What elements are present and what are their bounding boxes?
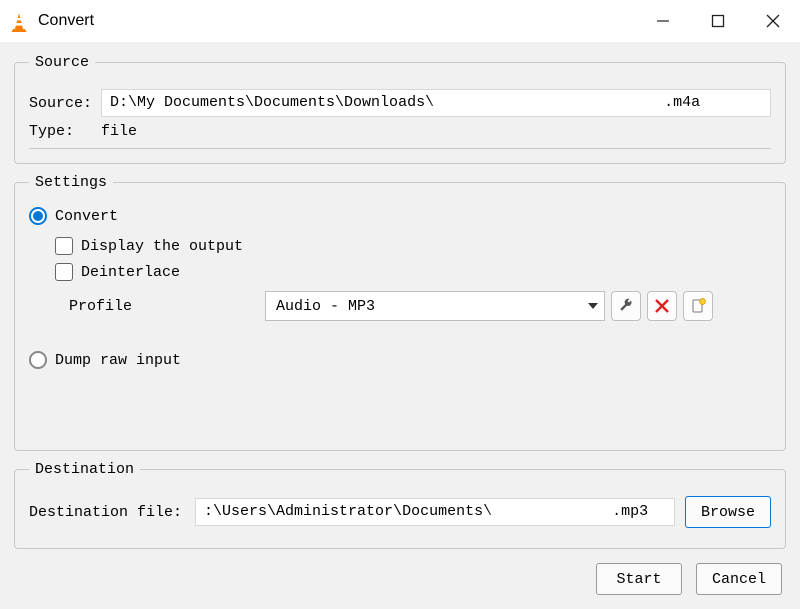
wrench-icon bbox=[618, 298, 634, 314]
dialog-footer: Start Cancel bbox=[14, 553, 786, 595]
source-path-suffix: .m4a bbox=[664, 90, 700, 116]
delete-profile-button[interactable] bbox=[647, 291, 677, 321]
deinterlace-checkbox[interactable]: Deinterlace bbox=[55, 263, 771, 281]
browse-button[interactable]: Browse bbox=[685, 496, 771, 528]
radio-icon bbox=[29, 207, 47, 225]
window-controls bbox=[635, 0, 800, 42]
start-button-label: Start bbox=[616, 571, 661, 588]
new-profile-button[interactable] bbox=[683, 291, 713, 321]
dump-raw-label: Dump raw input bbox=[55, 352, 181, 369]
deinterlace-label: Deinterlace bbox=[81, 264, 180, 281]
type-label: Type: bbox=[29, 123, 101, 140]
destination-file-field[interactable]: :\Users\Administrator\Documents\ .mp3 bbox=[195, 498, 675, 526]
destination-path-suffix: .mp3 bbox=[612, 499, 648, 525]
source-path-prefix: D:\My Documents\Documents\Downloads\ bbox=[110, 90, 434, 116]
convert-radio-label: Convert bbox=[55, 208, 118, 225]
x-icon bbox=[655, 299, 669, 313]
chevron-down-icon bbox=[588, 303, 598, 309]
convert-radio[interactable]: Convert bbox=[29, 207, 771, 225]
cancel-button-label: Cancel bbox=[712, 571, 766, 588]
source-legend: Source bbox=[29, 54, 95, 71]
window-title: Convert bbox=[38, 12, 635, 30]
destination-legend: Destination bbox=[29, 461, 140, 478]
checkbox-icon bbox=[55, 263, 73, 281]
start-button[interactable]: Start bbox=[596, 563, 682, 595]
profile-select[interactable]: Audio - MP3 bbox=[265, 291, 605, 321]
checkbox-icon bbox=[55, 237, 73, 255]
maximize-button[interactable] bbox=[690, 0, 745, 42]
settings-group: Settings Convert Display the output Dein… bbox=[14, 174, 786, 451]
source-label: Source: bbox=[29, 95, 101, 112]
source-group: Source Source: D:\My Documents\Documents… bbox=[14, 54, 786, 164]
settings-legend: Settings bbox=[29, 174, 113, 191]
vlc-cone-icon bbox=[8, 10, 30, 32]
type-value: file bbox=[101, 123, 137, 140]
destination-label: Destination file: bbox=[29, 504, 191, 521]
display-output-checkbox[interactable]: Display the output bbox=[55, 237, 771, 255]
dump-raw-radio[interactable]: Dump raw input bbox=[29, 351, 771, 369]
minimize-button[interactable] bbox=[635, 0, 690, 42]
close-button[interactable] bbox=[745, 0, 800, 42]
browse-button-label: Browse bbox=[701, 504, 755, 521]
destination-path-prefix: :\Users\Administrator\Documents\ bbox=[204, 499, 492, 525]
title-bar: Convert bbox=[0, 0, 800, 42]
redacted-text bbox=[492, 505, 612, 519]
destination-group: Destination Destination file: :\Users\Ad… bbox=[14, 461, 786, 549]
radio-icon bbox=[29, 351, 47, 369]
source-path-field[interactable]: D:\My Documents\Documents\Downloads\ .m4… bbox=[101, 89, 771, 117]
profile-value: Audio - MP3 bbox=[276, 298, 375, 315]
display-output-label: Display the output bbox=[81, 238, 243, 255]
profile-label: Profile bbox=[29, 298, 265, 315]
cancel-button[interactable]: Cancel bbox=[696, 563, 782, 595]
new-file-icon bbox=[690, 298, 706, 314]
divider bbox=[29, 148, 771, 149]
redacted-text bbox=[434, 96, 664, 110]
edit-profile-button[interactable] bbox=[611, 291, 641, 321]
